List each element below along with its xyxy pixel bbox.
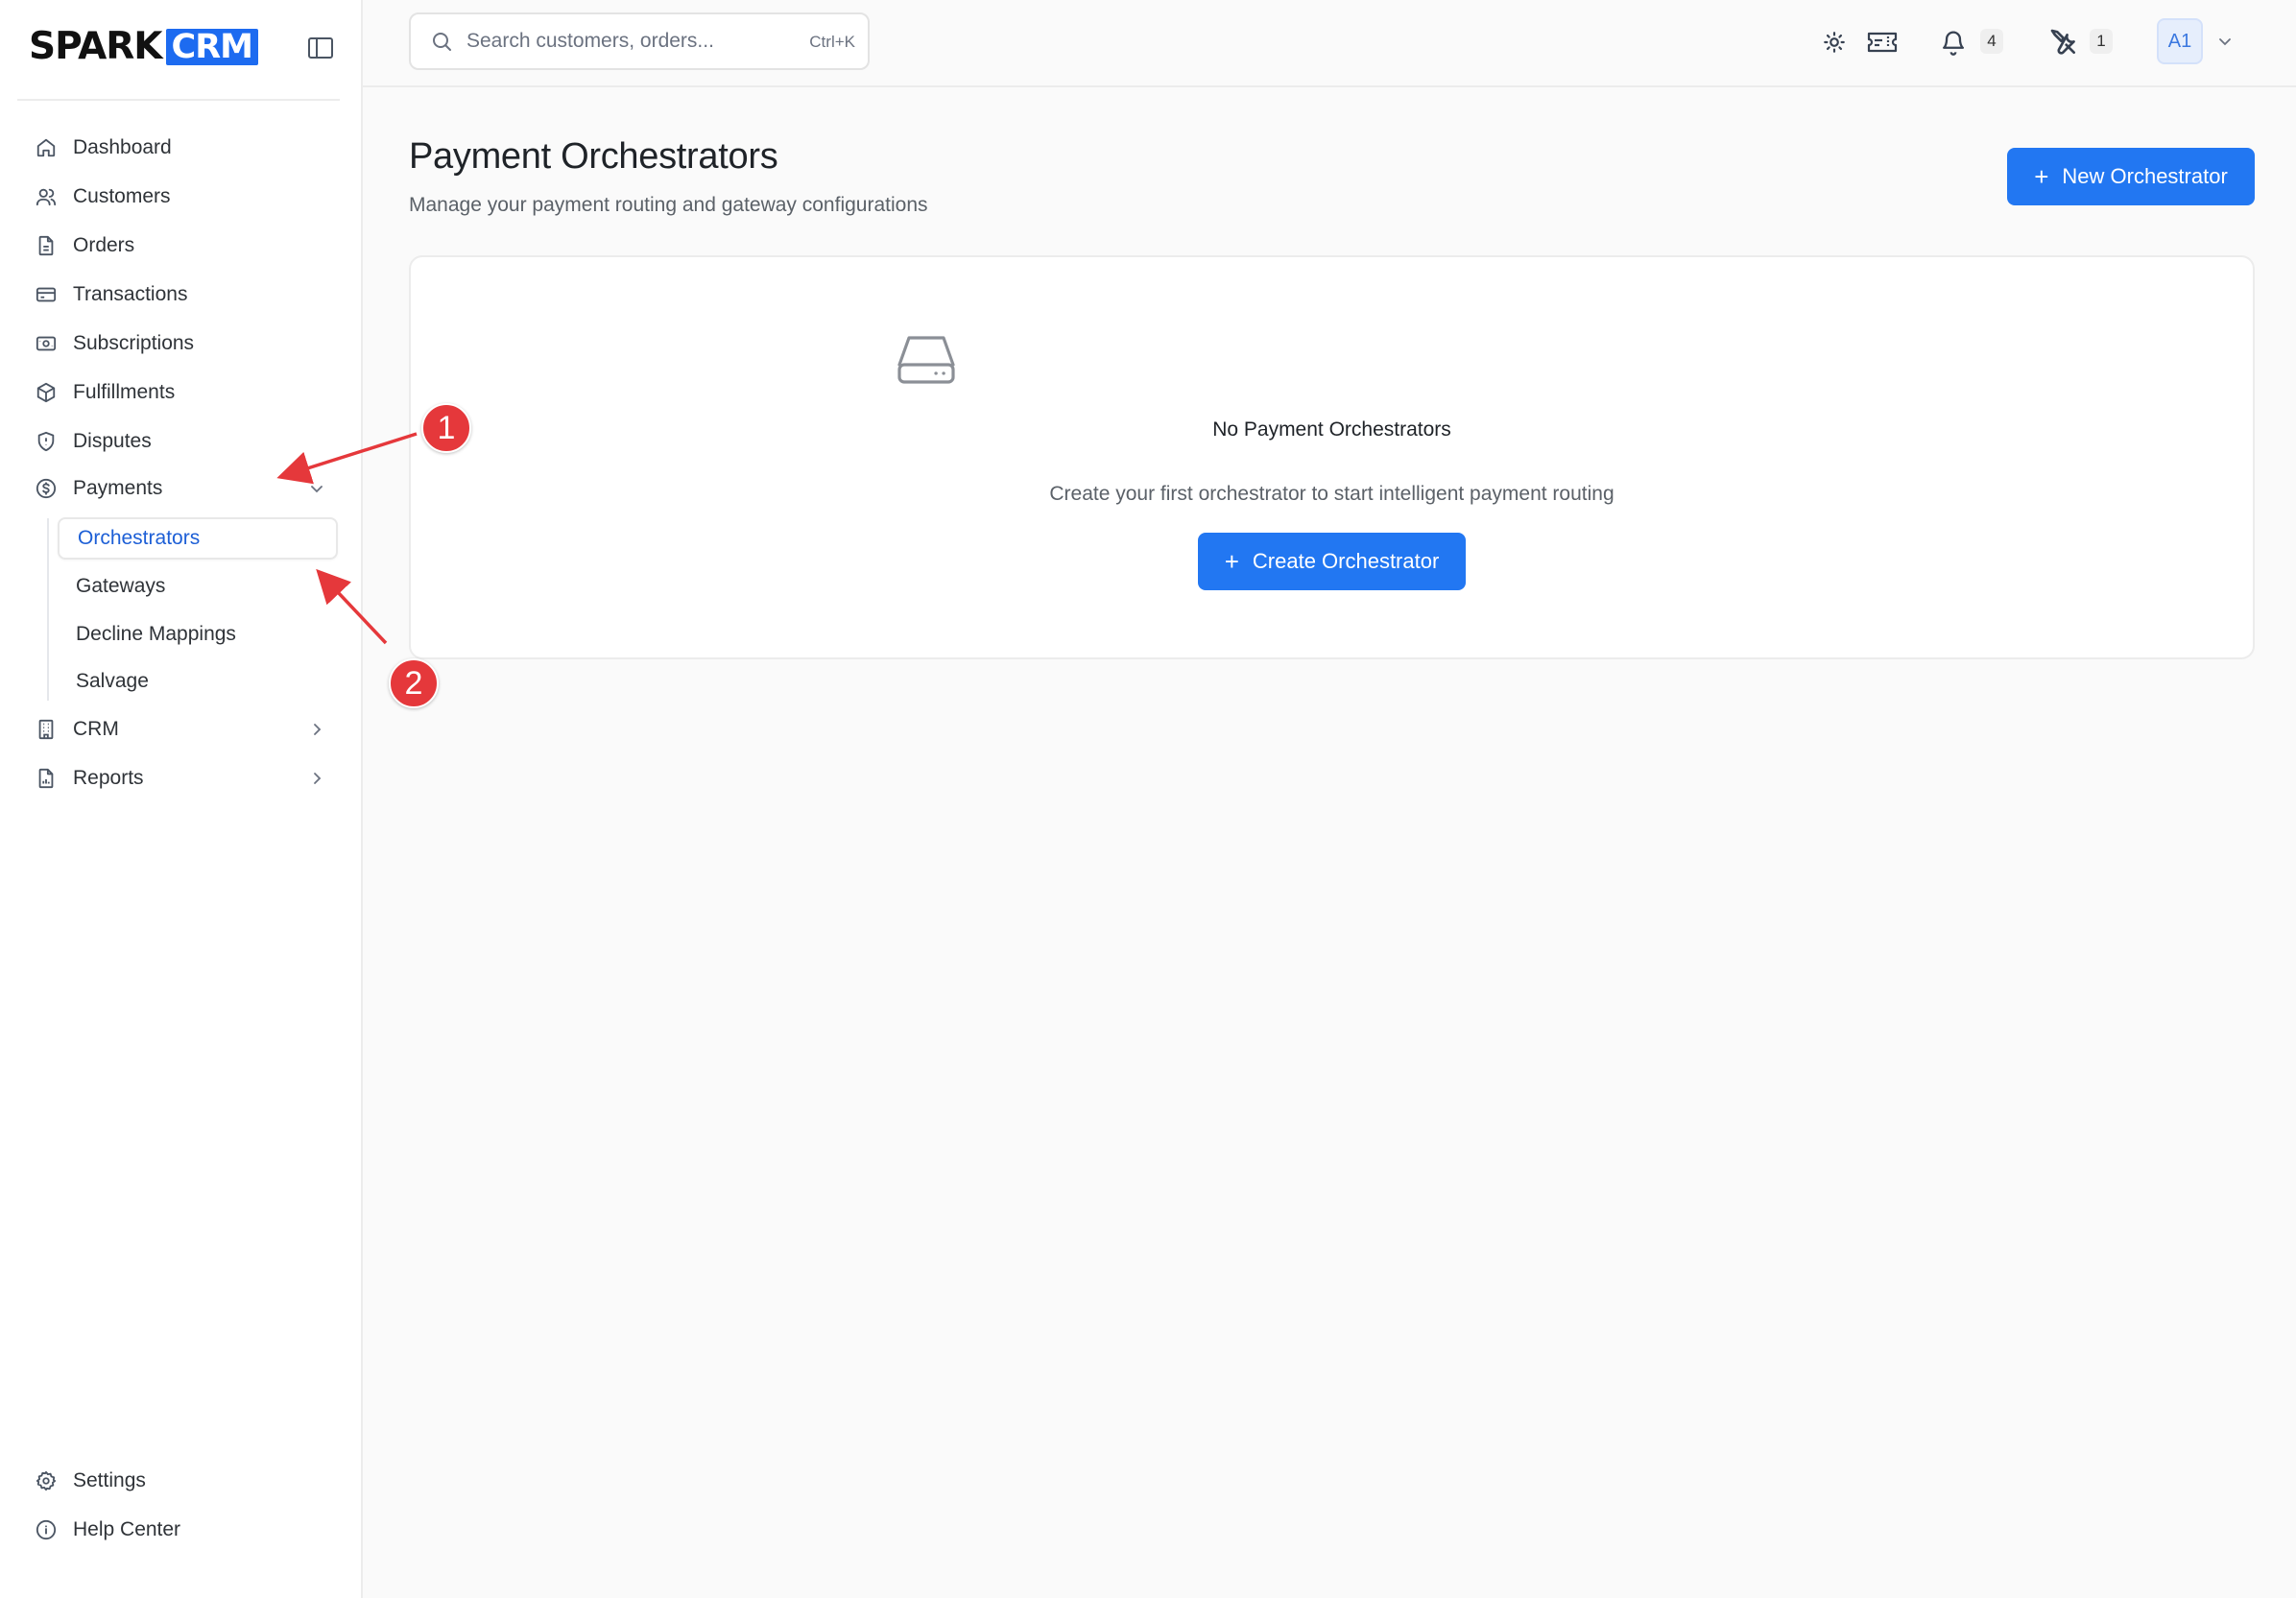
annotation-callout-1: 1 bbox=[421, 403, 471, 453]
annotation-callout-2: 2 bbox=[389, 658, 439, 708]
annotation-arrows bbox=[276, 432, 418, 645]
